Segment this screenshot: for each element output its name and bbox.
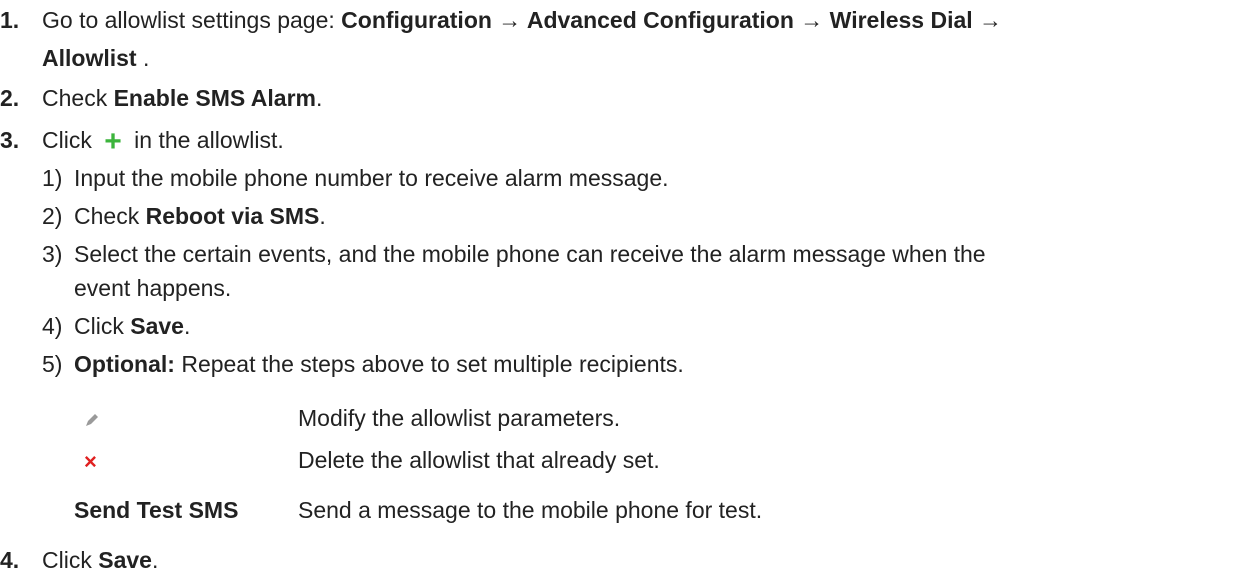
optional-label: Optional: xyxy=(74,351,175,377)
pencil-icon xyxy=(86,414,98,426)
save-label: Save xyxy=(130,313,184,339)
step-text: Go to allowlist settings page: xyxy=(42,7,342,33)
plus-icon: + xyxy=(104,125,122,158)
reboot-via-sms-label: Reboot via SMS xyxy=(145,203,320,229)
save-label: Save xyxy=(98,547,152,573)
delete-icon: × xyxy=(84,449,97,474)
step-number: 4. xyxy=(0,547,20,573)
menu-path-end: Allowlist xyxy=(42,45,137,71)
menu-path: Configuration → Advanced Configuration →… xyxy=(341,7,1003,33)
document-page: 1. Go to allowlist settings page: Config… xyxy=(0,7,1003,573)
send-test-sms-label: Send Test SMS xyxy=(74,497,239,523)
enable-sms-alarm-label: Enable SMS Alarm xyxy=(113,85,316,111)
step-number: 2. xyxy=(0,85,20,111)
step-number: 1. xyxy=(0,7,20,33)
step-number: 3. xyxy=(0,127,20,153)
